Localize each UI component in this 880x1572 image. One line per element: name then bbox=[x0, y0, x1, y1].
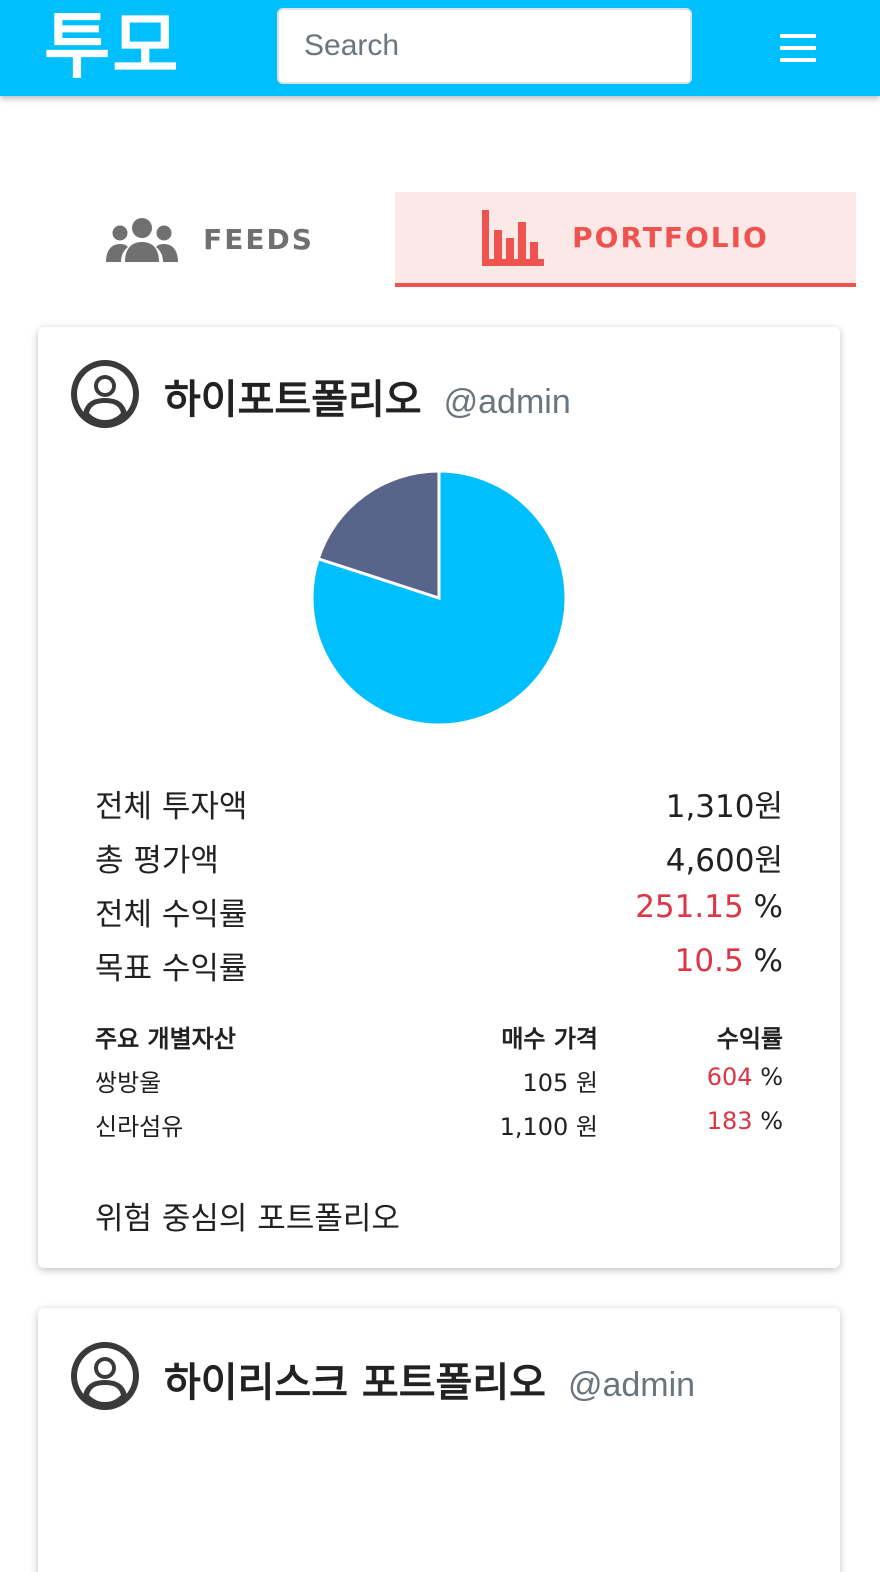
stat-value: 251.15 % bbox=[635, 889, 783, 925]
portfolio-username[interactable]: @admin bbox=[444, 383, 571, 421]
user-avatar-icon bbox=[71, 1342, 139, 1410]
user-avatar-icon bbox=[71, 360, 139, 428]
tab-portfolio-label: PORTFOLIO bbox=[572, 221, 769, 254]
users-icon bbox=[106, 217, 179, 262]
stat-label: 전체 투자액 bbox=[95, 789, 248, 825]
hamburger-icon[interactable] bbox=[772, 30, 824, 66]
asset-name: 신라섬유 bbox=[95, 1113, 184, 1141]
col-return: 수익률 bbox=[716, 1025, 783, 1053]
stat-value: 10.5 % bbox=[675, 943, 783, 979]
percent-unit: % bbox=[743, 943, 783, 979]
portfolio-card[interactable]: 하이포트폴리오 @admin 전체 투자액 1,310원 총 평가액 4,600원… bbox=[38, 327, 840, 1268]
asset-name: 쌍방울 bbox=[95, 1069, 162, 1097]
stat-value: 4,600원 bbox=[665, 843, 783, 879]
search-input[interactable] bbox=[277, 8, 692, 84]
portfolio-title: 하이리스크 포트폴리오 @admin bbox=[164, 1350, 695, 1408]
return-number: 183 bbox=[706, 1107, 753, 1135]
return-number: 10.5 bbox=[674, 943, 744, 979]
return-number: 251.15 bbox=[635, 889, 744, 925]
tab-portfolio[interactable]: PORTFOLIO bbox=[395, 192, 856, 287]
portfolio-title-text: 하이리스크 포트폴리오 bbox=[164, 1360, 546, 1406]
portfolio-username[interactable]: @admin bbox=[568, 1366, 695, 1404]
percent-unit: % bbox=[752, 1107, 783, 1135]
assets-table: 주요 개별자산 매수 가격 수익률 쌍방울 105 원 604 % 신라섬유 1… bbox=[95, 1019, 783, 1151]
table-row: 신라섬유 1,100 원 183 % bbox=[95, 1107, 783, 1151]
asset-return: 604 % bbox=[707, 1063, 783, 1091]
percent-unit: % bbox=[752, 1063, 783, 1091]
tab-feeds-label: FEEDS bbox=[203, 223, 314, 256]
portfolio-description: 위험 중심의 포트폴리오 bbox=[95, 1201, 400, 1237]
portfolio-title: 하이포트폴리오 @admin bbox=[164, 367, 571, 425]
app-logo[interactable]: 투모 bbox=[44, 6, 180, 86]
asset-price: 105 원 bbox=[522, 1069, 598, 1097]
stat-total-investment: 전체 투자액 1,310원 bbox=[95, 781, 783, 831]
bar-chart-icon bbox=[482, 209, 545, 266]
col-asset-name: 주요 개별자산 bbox=[95, 1025, 236, 1053]
return-number: 604 bbox=[706, 1063, 753, 1091]
col-buy-price: 매수 가격 bbox=[501, 1025, 598, 1053]
asset-return: 183 % bbox=[707, 1107, 783, 1135]
table-row: 쌍방울 105 원 604 % bbox=[95, 1063, 783, 1107]
portfolio-card[interactable]: 하이리스크 포트폴리오 @admin bbox=[38, 1308, 840, 1572]
top-navbar: 투모 bbox=[0, 0, 880, 96]
assets-header-row: 주요 개별자산 매수 가격 수익률 bbox=[95, 1019, 783, 1063]
stat-label: 총 평가액 bbox=[95, 843, 219, 879]
portfolio-title-text: 하이포트폴리오 bbox=[164, 377, 422, 423]
stat-value: 1,310원 bbox=[665, 789, 783, 825]
stat-target-return: 목표 수익률 10.5 % bbox=[95, 943, 783, 993]
allocation-pie-chart bbox=[310, 469, 568, 727]
tab-feeds[interactable]: FEEDS bbox=[24, 192, 395, 287]
stat-label: 목표 수익률 bbox=[95, 951, 248, 987]
stat-total-return: 전체 수익률 251.15 % bbox=[95, 889, 783, 939]
asset-price: 1,100 원 bbox=[499, 1113, 598, 1141]
stat-label: 전체 수익률 bbox=[95, 897, 248, 933]
stat-total-valuation: 총 평가액 4,600원 bbox=[95, 835, 783, 885]
percent-unit: % bbox=[743, 889, 783, 925]
